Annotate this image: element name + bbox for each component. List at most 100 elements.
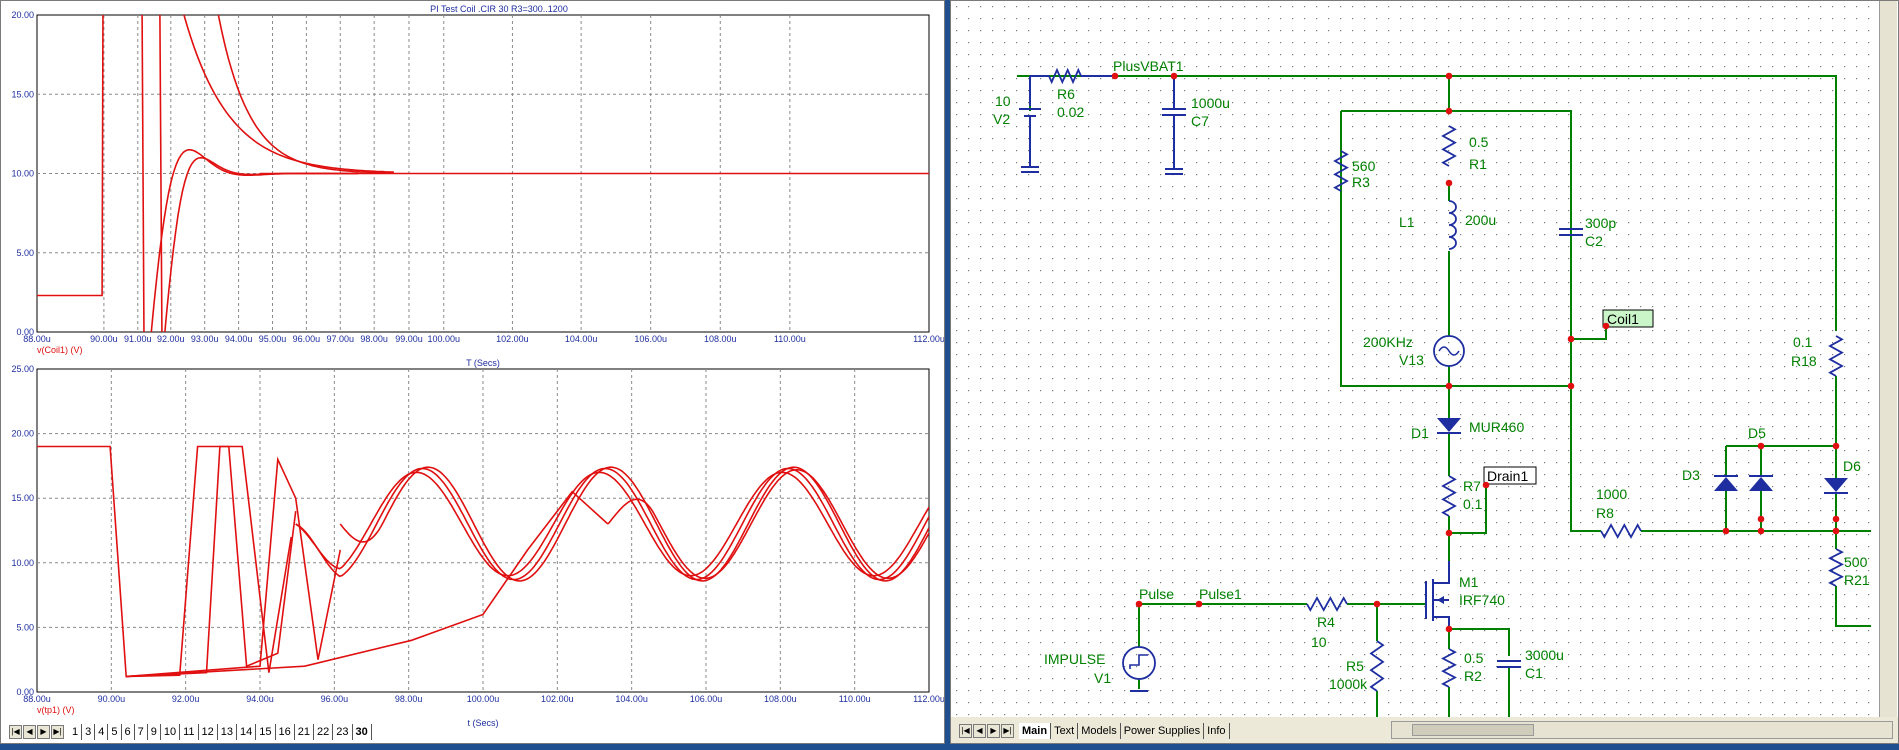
node-dot: [1111, 72, 1119, 80]
component-label: 300p: [1585, 215, 1616, 231]
x-tick-label: 110.00u: [839, 694, 871, 704]
y-tick-label: 15.00: [11, 493, 34, 503]
last-tab-button[interactable]: ▶|: [1001, 724, 1014, 738]
page-tab-5[interactable]: 5: [108, 724, 122, 740]
page-tab-23[interactable]: 23: [333, 724, 353, 740]
first-tab-button[interactable]: |◀: [959, 724, 972, 738]
component-label: R3: [1352, 174, 1370, 190]
prev-tab-button[interactable]: ◀: [973, 724, 986, 738]
x-tick-label: 110.00u: [774, 334, 806, 344]
net-tag-drain1-label: Drain1: [1487, 468, 1528, 484]
node-dot: [1445, 107, 1453, 115]
page-tab-14[interactable]: 14: [237, 724, 257, 740]
x-axis-label: t (Secs): [467, 718, 498, 728]
first-page-button[interactable]: |◀: [9, 725, 22, 739]
page-tab-16[interactable]: 16: [276, 724, 295, 740]
component-label: C2: [1585, 233, 1603, 249]
component-label: D6: [1843, 458, 1861, 474]
page-tab-6[interactable]: 6: [122, 724, 135, 740]
x-tick-label: 92.00u: [172, 694, 200, 704]
trace-label: v(Coil1) (V): [37, 345, 83, 355]
component-label: PlusVBAT1: [1113, 58, 1184, 74]
page-tab-3[interactable]: 3: [82, 724, 96, 740]
prev-page-button[interactable]: ◀: [23, 725, 36, 739]
schematic-tab-info[interactable]: Info: [1204, 723, 1230, 739]
y-tick-label: 5.00: [16, 622, 34, 632]
x-tick-label: 93.00u: [191, 334, 219, 344]
next-page-button[interactable]: ▶: [37, 725, 50, 739]
page-tab-13[interactable]: 13: [218, 724, 238, 740]
x-tick-label: 90.00u: [98, 694, 126, 704]
page-tab-4[interactable]: 4: [95, 724, 109, 740]
schematic-horizontal-scrollbar[interactable]: [1391, 721, 1893, 739]
page-tab-10[interactable]: 10: [161, 724, 181, 740]
x-tick-label: 90.00u: [90, 334, 118, 344]
x-tick-label: 106.00u: [634, 334, 667, 344]
x-tick-label: 92.00u: [157, 334, 185, 344]
node-dot: [1757, 442, 1765, 450]
component-label: 1000u: [1191, 95, 1230, 111]
component-label: C7: [1191, 113, 1209, 129]
page-tab-9[interactable]: 9: [148, 724, 161, 740]
next-tab-button[interactable]: ▶: [987, 724, 1000, 738]
page-tab-15[interactable]: 15: [256, 724, 276, 740]
component-label: 560: [1352, 158, 1376, 174]
x-tick-label: 98.00u: [360, 334, 388, 344]
x-tick-label: 108.00u: [764, 694, 797, 704]
y-tick-label: 10.00: [11, 169, 34, 179]
component-label: 1000: [1596, 486, 1627, 502]
component-label: D3: [1682, 467, 1700, 483]
x-tick-label: 102.00u: [496, 334, 529, 344]
node-dot: [1832, 527, 1840, 535]
node-dot: [1195, 600, 1203, 608]
component-label: 3000u: [1525, 647, 1564, 663]
y-tick-label: 0.00: [16, 687, 34, 697]
component-label: L1: [1399, 214, 1415, 230]
x-tick-label: 112.00u: [913, 694, 944, 704]
plot-window: PI Test Coil .CIR 30 R3=300..1200 88.00u…: [0, 0, 945, 744]
schematic-tab-main[interactable]: Main: [1019, 723, 1052, 739]
component-label: C1: [1525, 665, 1543, 681]
component-label: 0.1: [1793, 334, 1813, 350]
scrollbar-thumb[interactable]: [1412, 724, 1534, 736]
x-tick-label: 94.00u: [225, 334, 253, 344]
component-label: R4: [1317, 614, 1335, 630]
component-label: 1000k: [1329, 676, 1368, 692]
component-label: IRF740: [1459, 592, 1505, 608]
bottom-plot[interactable]: 88.00u 90.00u 92.00u 94.00u 96.00u 98.00u 100.…: [11, 364, 944, 728]
last-page-button[interactable]: ▶|: [51, 725, 64, 739]
page-tab-21[interactable]: 21: [295, 724, 315, 740]
schematic-tab-power-supplies[interactable]: Power Supplies: [1121, 723, 1205, 739]
node-dot: [1602, 322, 1610, 330]
schematic-tabs: Main Text Models Power Supplies Info: [1019, 723, 1230, 739]
page-tab-1[interactable]: 1: [69, 724, 83, 740]
x-tick-label: 91.00u: [124, 334, 152, 344]
component-label: V13: [1399, 352, 1424, 368]
schematic-vertical-scrollbar[interactable]: [1879, 1, 1897, 717]
x-tick-label: 99.00u: [395, 334, 423, 344]
component-label: R2: [1464, 668, 1482, 684]
page-tab-30[interactable]: 30: [352, 724, 372, 740]
trace-label: v(tp1) (V): [37, 705, 75, 715]
node-dot: [1567, 335, 1575, 343]
x-tick-label: 108.00u: [704, 334, 737, 344]
page-tabs: 1 3 4 5 6 7 9 10 11 12 13 14 15 16 21 22 23 30: [69, 724, 372, 740]
schematic-tab-models[interactable]: Models: [1078, 723, 1121, 739]
component-label: 0.5: [1469, 134, 1489, 150]
component-label: V1: [1094, 670, 1111, 686]
component-label: D1: [1411, 425, 1429, 441]
y-tick-label: 20.00: [11, 10, 34, 20]
component-label: MUR460: [1469, 419, 1524, 435]
node-dot: [1445, 179, 1453, 187]
component-label: 0.5: [1464, 650, 1484, 666]
page-tab-7[interactable]: 7: [135, 724, 148, 740]
x-tick-label: 98.00u: [395, 694, 423, 704]
page-tab-11[interactable]: 11: [180, 724, 199, 740]
schematic-canvas[interactable]: Coil1 Drain1 10 V2 R6 0.02 PlusVBAT1 1000u C7 560…: [951, 1, 1898, 717]
schematic-tab-text[interactable]: Text: [1051, 723, 1079, 739]
y-tick-label: 0.00: [16, 327, 34, 337]
page-tab-22[interactable]: 22: [314, 724, 334, 740]
plot-canvas[interactable]: PI Test Coil .CIR 30 R3=300..1200 88.00u…: [1, 1, 944, 743]
component-label: Pulse1: [1199, 586, 1242, 602]
page-tab-12[interactable]: 12: [199, 724, 218, 740]
